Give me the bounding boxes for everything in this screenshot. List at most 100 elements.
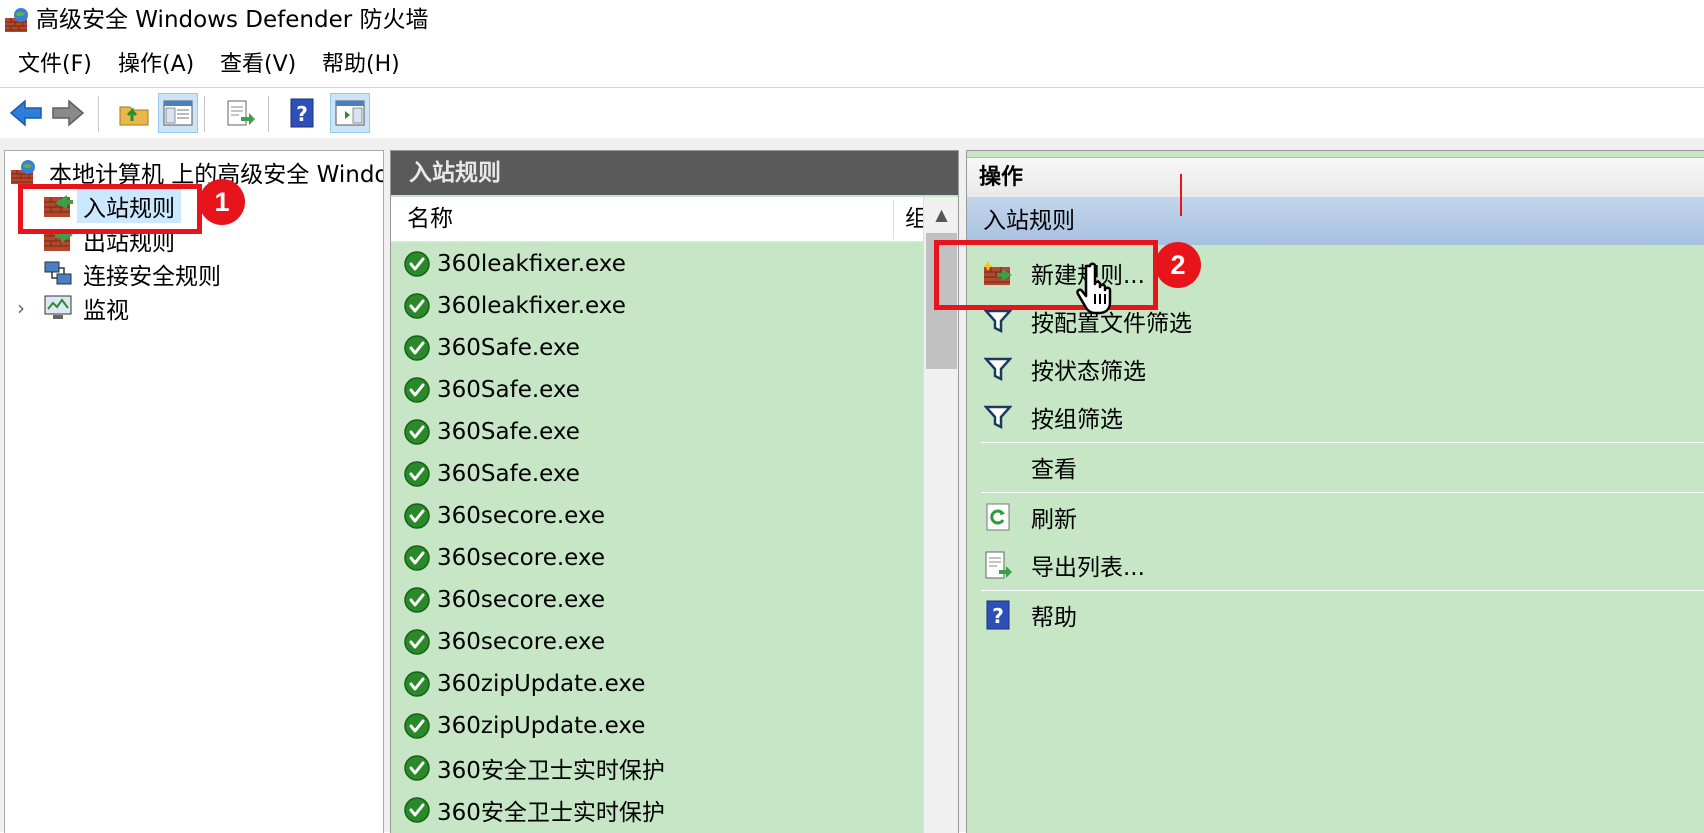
enabled-check-icon [404,545,430,571]
enabled-check-icon [404,587,430,613]
actions-section-inbound-rules[interactable]: 入站规则 [967,197,1704,245]
menu-file[interactable]: 文件(F) [18,44,92,86]
table-row[interactable]: 360leakfixer.exe [391,285,923,327]
rule-name: 360Safe.exe [437,419,580,445]
enabled-check-icon [404,251,430,277]
table-row[interactable]: 360Safe.exe [391,453,923,495]
enabled-check-icon [404,629,430,655]
export-list-icon [227,100,255,126]
table-row[interactable]: 360安全卫士实时保护 [391,747,923,789]
console-tree: 本地计算机 上的高级安全 Windows Defender 防火墙 入站规则 出… [4,150,384,833]
menu-view[interactable]: 查看(V) [220,44,296,86]
forward-button[interactable] [48,93,88,133]
action-label: 帮助 [1031,605,1077,631]
up-one-level-button[interactable] [114,93,154,133]
rule-name: 360leakfixer.exe [437,293,626,319]
tree-item-label: 连接安全规则 [83,264,221,290]
action-label: 按组筛选 [1031,407,1123,433]
action-filter-by-group[interactable]: 按组筛选 [967,393,1704,441]
filter-icon [981,352,1015,386]
annotation-badge-2: 2 [1155,242,1201,288]
table-row[interactable]: 360secore.exe [391,537,923,579]
rule-name: 360安全卫士实时保护 [437,800,665,826]
rule-name: 360Safe.exe [437,377,580,403]
table-row[interactable]: 360leakfixer.exe [391,243,923,285]
help-button[interactable]: ? [282,93,322,133]
back-arrow-icon [9,99,42,127]
action-label: 按状态筛选 [1031,359,1146,385]
table-row[interactable]: 360Safe.exe [391,369,923,411]
enabled-check-icon [404,503,430,529]
enabled-check-icon [404,797,430,823]
enabled-check-icon [404,377,430,403]
enabled-check-icon [404,335,430,361]
show-hide-action-pane-button[interactable] [330,93,370,133]
enabled-check-icon [404,713,430,739]
table-row[interactable]: 360secore.exe [391,579,923,621]
up-folder-icon [119,106,149,126]
menu-action[interactable]: 操作(A) [118,44,194,86]
action-filter-by-state[interactable]: 按状态筛选 [967,345,1704,393]
connection-security-icon [43,260,75,288]
table-row[interactable]: 360secore.exe [391,621,923,663]
enabled-check-icon [404,461,430,487]
table-row[interactable]: 360安全卫士实时保护 [391,789,923,831]
column-divider[interactable] [893,199,894,239]
action-help[interactable]: ? 帮助 [967,591,1704,639]
annotation-badge-1: 1 [199,179,245,225]
tree-item-connection-security-rules[interactable]: 连接安全规则 [43,257,221,291]
action-label: 查看 [1031,457,1077,483]
rule-name: 360secore.exe [437,503,605,529]
annotation-marker [1180,174,1182,216]
action-export-list[interactable]: 导出列表... [967,541,1704,589]
hand-cursor-icon [1076,262,1120,316]
monitoring-icon [43,294,75,322]
table-row[interactable]: 360Safe.exe [391,411,923,453]
rule-name: 360zipUpdate.exe [437,713,646,739]
table-row[interactable]: 360zipUpdate.exe [391,663,923,705]
action-view[interactable]: 查看 [967,443,1704,491]
rule-name: 360zipUpdate.exe [437,671,646,697]
toolbar: ? [0,87,1704,138]
firewall-app-icon [4,6,32,34]
action-refresh[interactable]: 刷新 [967,493,1704,541]
help-icon: ? [981,598,1015,632]
scroll-up-arrow-icon[interactable]: ▲ [924,197,958,231]
title-bar: 高级安全 Windows Defender 防火墙 [0,0,1704,40]
rule-name: 360secore.exe [437,587,605,613]
window-title: 高级安全 Windows Defender 防火墙 [36,7,429,33]
chevron-right-icon[interactable]: › [17,296,35,320]
rule-name: 360secore.exe [437,629,605,655]
show-hide-action-pane-icon [335,100,365,126]
rules-list: 360leakfixer.exe 360leakfixer.exe 360Safe.… [391,243,923,831]
annotation-box-1 [18,184,202,234]
table-row[interactable]: 360zipUpdate.exe [391,705,923,747]
tree-item-monitoring[interactable]: › 监视 [17,291,129,325]
table-row[interactable]: 360Safe.exe [391,327,923,369]
show-hide-tree-icon [163,100,193,126]
rules-pane: 入站规则 名称 组 360leakfixer.exe 360leakfixer.e… [390,150,959,833]
svg-text:?: ? [992,604,1004,628]
column-name-header[interactable]: 名称 [407,197,453,241]
action-label: 刷新 [1031,507,1077,533]
menu-help[interactable]: 帮助(H) [322,44,400,86]
export-list-button[interactable] [220,93,260,133]
filter-icon [981,400,1015,434]
rule-name: 360secore.exe [437,545,605,571]
enabled-check-icon [404,755,430,781]
tree-item-label: 监视 [83,298,129,324]
menu-bar: 文件(F) 操作(A) 查看(V) 帮助(H) [0,44,1704,86]
forward-arrow-icon [52,99,85,127]
enabled-check-icon [404,293,430,319]
column-header: 名称 组 [391,197,928,242]
annotation-box-2 [934,240,1158,310]
table-row[interactable]: 360secore.exe [391,495,923,537]
firewall-globe-icon [9,158,41,186]
show-hide-console-tree-button[interactable] [158,93,198,133]
rule-name: 360Safe.exe [437,335,580,361]
enabled-check-icon [404,419,430,445]
rules-pane-header: 入站规则 [391,151,958,195]
rule-name: 360Safe.exe [437,461,580,487]
back-button[interactable] [6,93,46,133]
enabled-check-icon [404,671,430,697]
